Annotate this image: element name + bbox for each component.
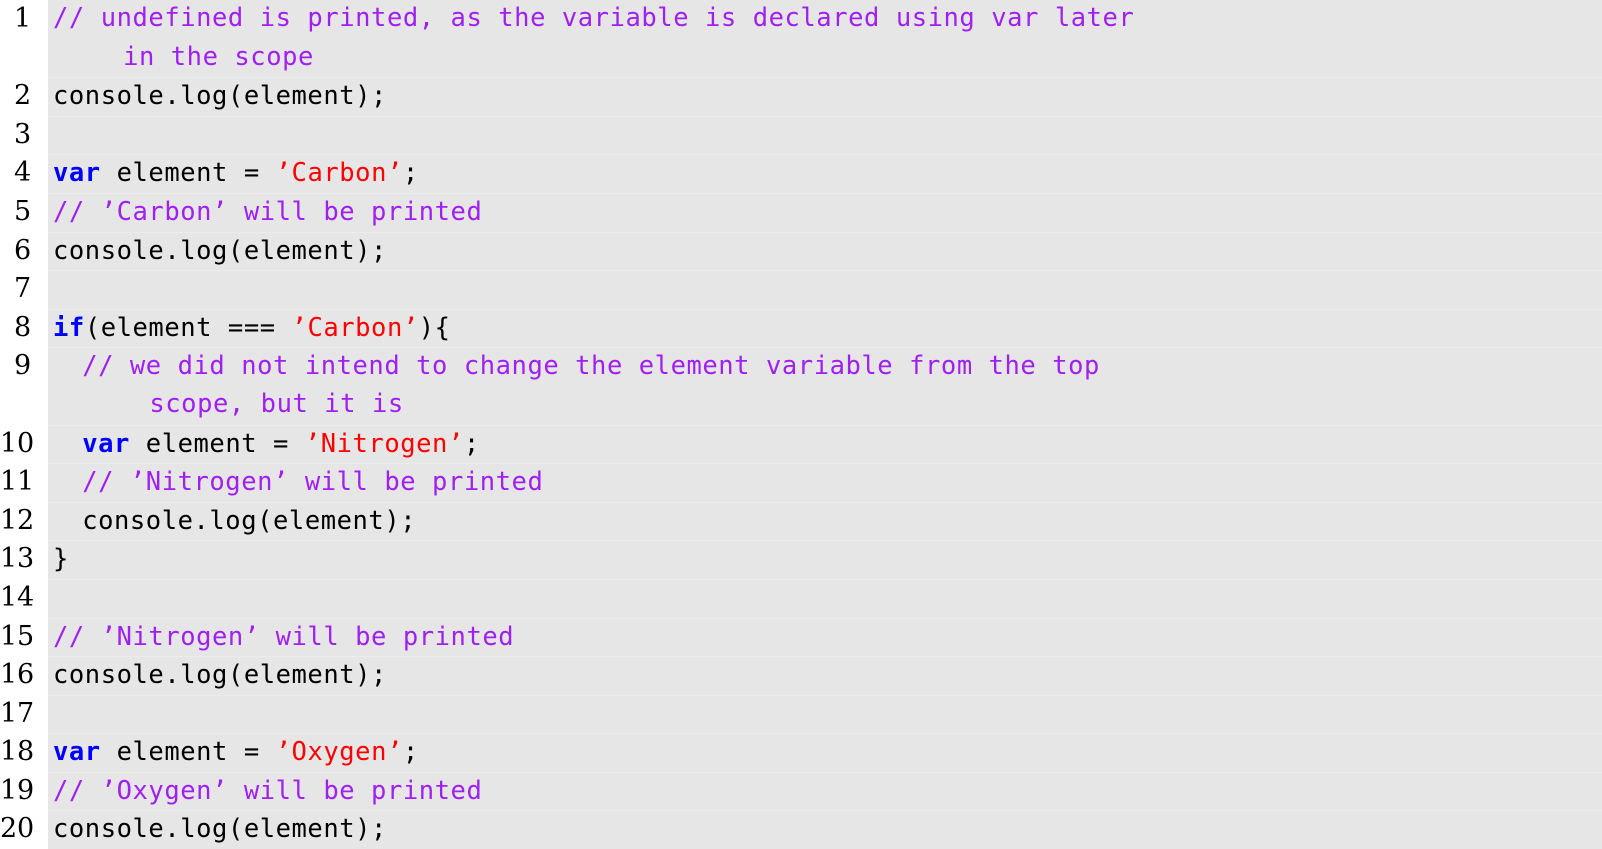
line-number: 10 bbox=[0, 424, 48, 464]
code-text: // ’Nitrogen’ will be printed bbox=[48, 463, 1602, 502]
code-text: } bbox=[48, 540, 1602, 579]
code-text: console.log(element); bbox=[48, 810, 1602, 849]
keyword-token: if bbox=[53, 312, 85, 343]
line-number: 18 bbox=[0, 733, 48, 772]
code-line: 6 console.log(element); bbox=[0, 231, 1602, 271]
code-line: 2 console.log(element); bbox=[0, 77, 1602, 116]
line-number: 12 bbox=[0, 501, 48, 541]
plain-token: ){ bbox=[418, 312, 451, 343]
line-number: 11 bbox=[0, 463, 48, 502]
plain-token: element = bbox=[100, 158, 276, 189]
code-line: 10 var element = ’Nitrogen’; bbox=[0, 424, 1602, 464]
line-number: 7 bbox=[0, 270, 48, 309]
line-number: 9 bbox=[0, 347, 48, 386]
line-number: 1 bbox=[0, 0, 48, 39]
code-text: console.log(element); bbox=[48, 231, 1602, 271]
keyword-token: var bbox=[82, 428, 130, 459]
code-line: scope, but it is bbox=[0, 385, 1602, 425]
code-line: 16 console.log(element); bbox=[0, 656, 1602, 695]
code-line: 3 bbox=[0, 115, 1602, 155]
code-text: console.log(element); bbox=[48, 656, 1602, 695]
comment-token: // ’Nitrogen’ will be printed bbox=[53, 621, 515, 652]
code-text bbox=[48, 115, 1602, 155]
line-number: 20 bbox=[0, 810, 48, 849]
line-number: 16 bbox=[0, 656, 48, 695]
code-line: 18 var element = ’Oxygen’; bbox=[0, 733, 1602, 772]
code-line: 17 bbox=[0, 694, 1602, 734]
string-token: ’Carbon’ bbox=[291, 312, 419, 343]
code-text bbox=[48, 694, 1602, 734]
comment-token: scope, but it is bbox=[149, 388, 404, 419]
code-line: 12 console.log(element); bbox=[0, 501, 1602, 541]
code-line: 11 // ’Nitrogen’ will be printed bbox=[0, 463, 1602, 502]
plain-token: element = bbox=[100, 737, 276, 768]
code-text bbox=[48, 578, 1602, 618]
comment-token: // we did not intend to change the eleme… bbox=[82, 351, 1100, 382]
keyword-token: var bbox=[53, 158, 101, 189]
plain-token: } bbox=[53, 544, 69, 575]
plain-token: console.log(element); bbox=[82, 505, 417, 536]
string-token: ’Oxygen’ bbox=[275, 737, 403, 768]
comment-token: // ’Oxygen’ will be printed bbox=[53, 775, 483, 806]
comment-token: in the scope bbox=[123, 41, 314, 72]
plain-token: ; bbox=[402, 737, 419, 768]
code-line: 19// ’Oxygen’ will be printed bbox=[0, 771, 1602, 811]
string-token: ’Nitrogen’ bbox=[304, 428, 464, 459]
line-number: 3 bbox=[0, 115, 48, 155]
code-line: 8 if(element === ’Carbon’){ bbox=[0, 308, 1602, 348]
code-text: in the scope bbox=[48, 38, 1602, 78]
code-line: 15// ’Nitrogen’ will be printed bbox=[0, 617, 1602, 657]
code-listing: 1// undefined is printed, as the variabl… bbox=[0, 0, 1602, 849]
line-number: 15 bbox=[0, 617, 48, 657]
line-number: 4 bbox=[0, 154, 48, 193]
plain-token: ; bbox=[402, 158, 419, 189]
plain-token: console.log(element); bbox=[53, 81, 387, 112]
code-text: var element = ’Oxygen’; bbox=[48, 733, 1602, 772]
plain-token: console.log(element); bbox=[53, 814, 387, 845]
line-number: 6 bbox=[0, 231, 48, 271]
code-text: console.log(element); bbox=[48, 77, 1602, 116]
code-text: console.log(element); bbox=[48, 501, 1602, 541]
keyword-token: var bbox=[53, 737, 101, 768]
plain-token: ; bbox=[463, 428, 480, 459]
plain-token: console.log(element); bbox=[53, 235, 387, 266]
code-line: 1// undefined is printed, as the variabl… bbox=[0, 0, 1602, 39]
code-line: 13} bbox=[0, 540, 1602, 579]
comment-token: // ’Nitrogen’ will be printed bbox=[82, 467, 544, 498]
code-text: // ’Carbon’ will be printed bbox=[48, 192, 1602, 232]
string-token: ’Carbon’ bbox=[275, 158, 403, 189]
comment-token: // ’Carbon’ will be printed bbox=[53, 196, 483, 227]
code-line: in the scope bbox=[0, 38, 1602, 78]
code-line: 9 // we did not intend to change the elem… bbox=[0, 347, 1602, 386]
plain-token: console.log(element); bbox=[53, 660, 387, 691]
code-text: scope, but it is bbox=[48, 385, 1602, 425]
line-number: 8 bbox=[0, 308, 48, 348]
line-number: 14 bbox=[0, 578, 48, 618]
code-text: var element = ’Nitrogen’; bbox=[48, 424, 1602, 464]
comment-token: // undefined is printed, as the variable… bbox=[53, 3, 1135, 33]
line-number: 17 bbox=[0, 694, 48, 734]
code-text: // undefined is printed, as the variable… bbox=[48, 0, 1602, 39]
code-text: var element = ’Carbon’; bbox=[48, 154, 1602, 193]
line-number: 13 bbox=[0, 540, 48, 579]
code-line: 20 console.log(element); bbox=[0, 810, 1602, 849]
line-number: 2 bbox=[0, 77, 48, 116]
plain-token: (element === bbox=[84, 312, 292, 343]
code-line: 7 bbox=[0, 270, 1602, 309]
code-line: 5// ’Carbon’ will be printed bbox=[0, 192, 1602, 232]
code-line: 4 var element = ’Carbon’; bbox=[0, 154, 1602, 193]
code-text bbox=[48, 270, 1602, 309]
code-text: if(element === ’Carbon’){ bbox=[48, 308, 1602, 348]
code-line: 14 bbox=[0, 578, 1602, 618]
line-number: 19 bbox=[0, 771, 48, 811]
code-text: // ’Oxygen’ will be printed bbox=[48, 771, 1602, 811]
line-number: 5 bbox=[0, 192, 48, 232]
code-text: // we did not intend to change the eleme… bbox=[48, 347, 1602, 386]
plain-token: element = bbox=[129, 428, 305, 459]
code-text: // ’Nitrogen’ will be printed bbox=[48, 617, 1602, 657]
